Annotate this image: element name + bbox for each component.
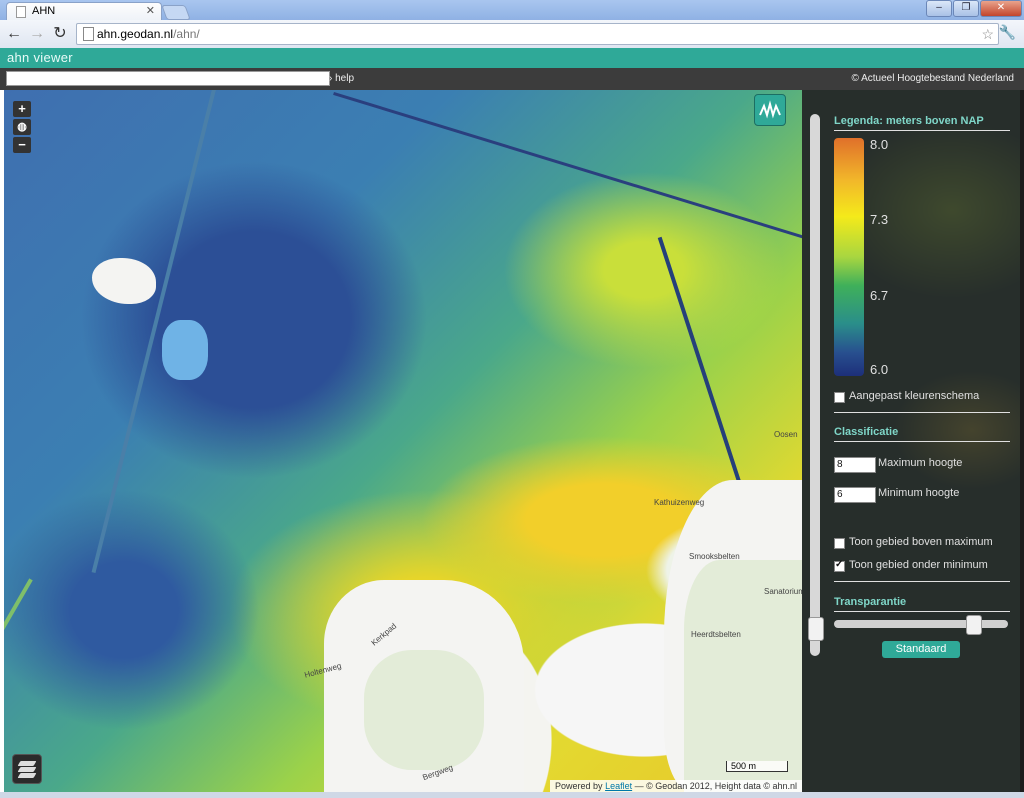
transparency-slider[interactable] <box>834 615 1008 635</box>
zoom-out-icon[interactable]: − <box>13 137 31 153</box>
reload-icon[interactable]: ↻ <box>50 24 70 44</box>
map-label: Kathuizenweg <box>654 498 705 507</box>
address-bar[interactable]: ahn.geodan.nl/ahn/ ☆ <box>76 23 999 45</box>
show-above-label: Toon gebied boven maximum <box>849 536 993 548</box>
minimize-icon[interactable]: – <box>926 0 952 17</box>
window-edge <box>1020 90 1024 798</box>
divider <box>834 130 1010 131</box>
vertical-slider-thumb[interactable] <box>808 617 824 641</box>
divider <box>834 611 1010 612</box>
transparency-title: Transparantie <box>834 596 907 608</box>
scale-bar: 500 m <box>726 761 788 772</box>
show-above-checkbox[interactable] <box>834 538 845 549</box>
show-below-label: Toon gebied onder minimum <box>849 559 988 571</box>
ramp-label: 6.0 <box>870 362 889 377</box>
layers-button[interactable] <box>12 754 42 784</box>
browser-titlebar: AHN ✕ – ❐ ✕ <box>0 0 1024 21</box>
transparency-slider-thumb[interactable] <box>966 615 982 635</box>
divider <box>834 412 1010 413</box>
map-label: Heerdtsbelten <box>691 630 741 639</box>
road <box>4 578 33 702</box>
control-panel: Legenda: meters boven NAP 8.0 7.3 6.7 6.… <box>802 90 1020 792</box>
show-below-checkbox[interactable] <box>834 559 845 572</box>
url-text: ahn.geodan.nl/ahn/ <box>97 27 200 41</box>
divider <box>834 441 1010 442</box>
forward-icon[interactable]: → <box>27 24 47 44</box>
window-controls: – ❐ ✕ <box>926 0 1022 17</box>
tab-title: AHN <box>32 5 56 17</box>
ramp-label: 7.3 <box>870 212 889 227</box>
browser-tab[interactable]: AHN ✕ <box>6 2 162 21</box>
legend-toggle-button[interactable] <box>754 94 786 126</box>
min-height-input[interactable]: 6 <box>834 487 876 503</box>
map-label: Oosen <box>774 430 798 439</box>
vertical-slider[interactable] <box>808 114 824 656</box>
classification-title: Classificatie <box>834 426 899 438</box>
wave-icon <box>759 100 781 119</box>
window-edge <box>0 792 1024 798</box>
bookmark-star-icon[interactable]: ☆ <box>981 24 994 44</box>
browser-toolbar: ← → ↻ ahn.geodan.nl/ahn/ ☆ 🔧 <box>0 20 1024 49</box>
divider <box>834 581 1010 582</box>
height-map[interactable]: Kathuizenweg Smooksbelten Heerdtsbelten … <box>4 90 802 792</box>
leaflet-link[interactable]: Leaflet <box>605 781 632 791</box>
map-attribution: Powered by Leaflet — © Geodan 2012, Heig… <box>550 780 802 792</box>
close-window-icon[interactable]: ✕ <box>980 0 1022 17</box>
globe-icon[interactable]: ◍ <box>13 119 31 135</box>
map-label: Sanatorium <box>764 587 802 596</box>
map-label: Smooksbelten <box>689 552 740 561</box>
custom-scheme-checkbox[interactable] <box>834 392 845 403</box>
app-header: ahn viewer <box>0 48 1024 68</box>
new-tab-button[interactable] <box>161 5 191 20</box>
ramp-label: 8.0 <box>870 137 889 152</box>
max-height-label: Maximum hoogte <box>878 457 963 469</box>
copyright-text: © Actueel Hoogtebestand Nederland <box>851 73 1014 84</box>
tab-close-icon[interactable]: ✕ <box>146 4 155 17</box>
zoom-control: + ◍ − <box>13 101 31 153</box>
help-link[interactable]: › help <box>329 73 354 84</box>
legend-title: Legenda: meters boven NAP <box>834 115 984 127</box>
canal <box>333 92 802 247</box>
min-height-label: Minimum hoogte <box>878 487 960 499</box>
max-height-input[interactable]: 8 <box>834 457 876 473</box>
search-input[interactable] <box>6 71 330 86</box>
app-title: ahn viewer <box>7 50 73 65</box>
wrench-icon[interactable]: 🔧 <box>999 24 1016 41</box>
color-ramp <box>834 138 864 376</box>
search-bar: › help © Actueel Hoogtebestand Nederland <box>0 68 1024 90</box>
standard-button[interactable]: Standaard <box>882 641 960 658</box>
built-up-area <box>92 258 156 304</box>
maximize-icon[interactable]: ❐ <box>953 0 979 17</box>
lake <box>162 320 208 380</box>
ramp-label: 6.7 <box>870 288 889 303</box>
custom-scheme-label: Aangepast kleurenschema <box>849 390 980 402</box>
back-icon[interactable]: ← <box>4 24 24 44</box>
park-area <box>364 650 484 770</box>
page-icon <box>83 27 94 41</box>
zoom-in-icon[interactable]: + <box>13 101 31 117</box>
page-icon <box>16 6 26 18</box>
